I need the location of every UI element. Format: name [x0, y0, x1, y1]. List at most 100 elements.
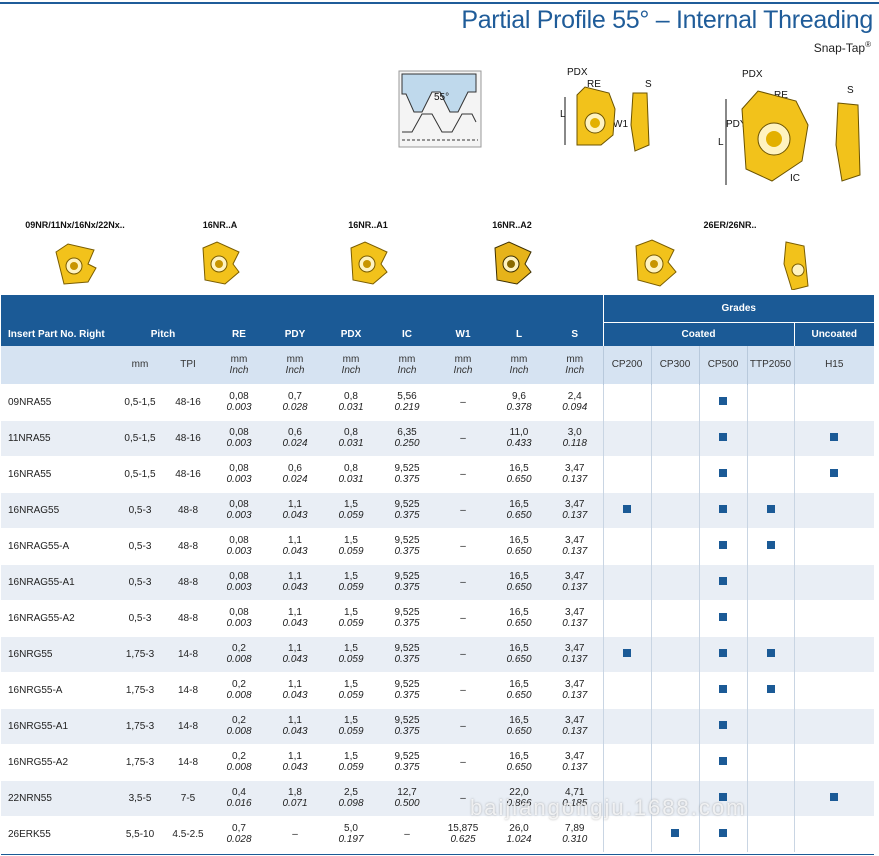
grade-available-marker [719, 576, 727, 585]
pdy-inch-value: 0.024 [282, 474, 308, 485]
l-inch-value: 1.024 [506, 834, 532, 846]
l-mm-value: 16,5 [509, 499, 529, 510]
w1-mm-value: – [460, 396, 466, 408]
unit-pdy: mm Inch [267, 346, 323, 384]
pdy-mm-value: 1,1 [288, 715, 302, 726]
pdx-cell: 0,8 0.031 [323, 455, 379, 492]
grade-cell-h15 [793, 743, 874, 780]
ic-cell: 9,525 0.375 [379, 563, 435, 600]
grade-available-marker [719, 468, 727, 477]
svg-text:S: S [847, 85, 854, 96]
grade-col-cp200: CP200 [602, 346, 651, 384]
pitch-mm-cell: 1,75-3 [115, 707, 165, 744]
grade-cell-cp500 [698, 419, 747, 456]
grade-cell-cp500 [698, 491, 747, 528]
pdx-mm-value: 1,5 [344, 751, 358, 762]
pdx-cell: 1,5 0.059 [323, 563, 379, 600]
ic-inch-value: 0.375 [394, 546, 420, 557]
re-mm-value: 0,08 [229, 427, 249, 438]
header-ic: IC [379, 322, 435, 346]
grade-cell-ttp2050 [746, 671, 794, 708]
header-l: L [491, 322, 547, 346]
pdx-cell: 1,5 0.059 [323, 527, 379, 564]
insert-09nr: 09NR/11Nx/16Nx/22Nx.. [0, 220, 150, 293]
s-mm-value: 7,89 [565, 823, 585, 835]
ic-inch-value: 0.250 [394, 438, 420, 449]
table-row: 26ERK55 5,5-10 4.5-2.5 0,7 0.028–5,0 0.197–15… [1, 815, 874, 852]
header-part-no: Insert Part No. Right [1, 322, 115, 346]
header-uncoated: Uncoated [793, 321, 874, 346]
w1-mm-value: 15,875 [447, 823, 479, 835]
table-row: 09NRA55 0,5-1,5 48-16 0,08 0.003 0,7 0.028 0,8 0… [1, 383, 874, 420]
unit-mm-label: mm [454, 353, 472, 365]
insert-16nr-a2-icon [494, 241, 532, 285]
pdy-inch-value: 0.043 [282, 618, 308, 629]
ic-inch-value: 0.375 [394, 726, 420, 737]
pdy-cell: 0,6 0.024 [267, 419, 323, 456]
pdx-cell: 0,8 0.031 [323, 419, 379, 456]
ic-cell: 9,525 0.375 [379, 527, 435, 564]
table-row: 16NRAG55-A1 0,5-3 48-8 0,08 0.003 1,1 0.043 1,5… [1, 563, 874, 600]
s-inch-value: 0.137 [562, 762, 588, 773]
w1-mm-value: – [460, 504, 466, 516]
re-mm-value: 0,08 [229, 607, 249, 618]
grade-cell-h15 [793, 527, 874, 564]
s-mm-value: 3,47 [565, 607, 585, 618]
pdy-cell: 1,1 0.043 [267, 743, 323, 780]
re-cell: 0,2 0.008 [211, 671, 267, 708]
grade-available-marker [830, 432, 839, 441]
pdx-inch-value: 0.031 [338, 438, 364, 449]
pitch-tpi-cell: 48-8 [165, 563, 211, 600]
pdy-cell: 1,1 0.043 [267, 671, 323, 708]
s-inch-value: 0.137 [562, 474, 588, 485]
s-mm-value: 3,47 [565, 751, 585, 762]
pdx-mm-value: 0,8 [344, 463, 358, 474]
w1-cell: – [435, 743, 491, 780]
table-row: 16NRG55-A2 1,75-3 14-8 0,2 0.008 1,1 0.043 1,5 0… [1, 743, 874, 780]
re-mm-value: 0,2 [232, 715, 246, 726]
re-cell: 0,08 0.003 [211, 599, 267, 636]
l-cell: 16,5 0.650 [491, 563, 547, 600]
s-cell: 3,47 0.137 [547, 743, 603, 780]
w1-cell: – [435, 383, 491, 420]
s-inch-value: 0.094 [562, 402, 588, 413]
s-inch-value: 0.137 [562, 726, 588, 737]
unit-mm-label: mm [510, 353, 528, 365]
pdx-inch-value: 0.059 [338, 618, 364, 629]
grade-available-marker [766, 648, 775, 657]
re-mm-value: 0,08 [229, 535, 249, 546]
grade-cell-cp200 [602, 563, 651, 600]
pdy-cell: 1,1 0.043 [267, 563, 323, 600]
pdx-inch-value: 0.059 [338, 510, 364, 521]
pitch-mm-cell: 5,5-10 [115, 815, 165, 852]
l-mm-value: 26,0 [509, 823, 529, 835]
ic-cell: 9,525 0.375 [379, 455, 435, 492]
re-cell: 0,08 0.003 [211, 419, 267, 456]
pdx-mm-value: 1,5 [344, 607, 358, 618]
insert-16nr-a1-icon [350, 241, 388, 285]
l-cell: 16,5 0.650 [491, 707, 547, 744]
re-inch-value: 0.003 [226, 582, 252, 593]
pdy-mm-value: 1,1 [288, 499, 302, 510]
grade-cell-cp300 [650, 635, 699, 672]
l-inch-value: 0.650 [506, 474, 532, 485]
pitch-tpi-cell: 48-16 [165, 383, 211, 420]
l-inch-value: 0.378 [506, 402, 532, 413]
watermark: baijiangongju.1688.com [470, 795, 747, 820]
unit-ic: mm Inch [379, 346, 435, 384]
re-cell: 0,08 0.003 [211, 491, 267, 528]
ic-mm-value: – [404, 828, 410, 840]
pdx-mm-value: 0,8 [344, 427, 358, 438]
grade-cell-cp300 [650, 563, 699, 600]
pdy-cell: 1,8 0.071 [267, 779, 323, 816]
s-cell: 2,4 0.094 [547, 383, 603, 420]
insert-09nr-icon [55, 243, 97, 285]
grade-col-cp500: CP500 [698, 346, 747, 384]
header-re: RE [211, 322, 267, 346]
grade-cell-h15 [793, 635, 874, 672]
grade-available-marker [719, 828, 727, 837]
pdx-cell: 1,5 0.059 [323, 635, 379, 672]
pdy-inch-value: 0.043 [282, 690, 308, 701]
grade-cell-cp200 [602, 599, 651, 636]
ic-cell: 9,525 0.375 [379, 671, 435, 708]
